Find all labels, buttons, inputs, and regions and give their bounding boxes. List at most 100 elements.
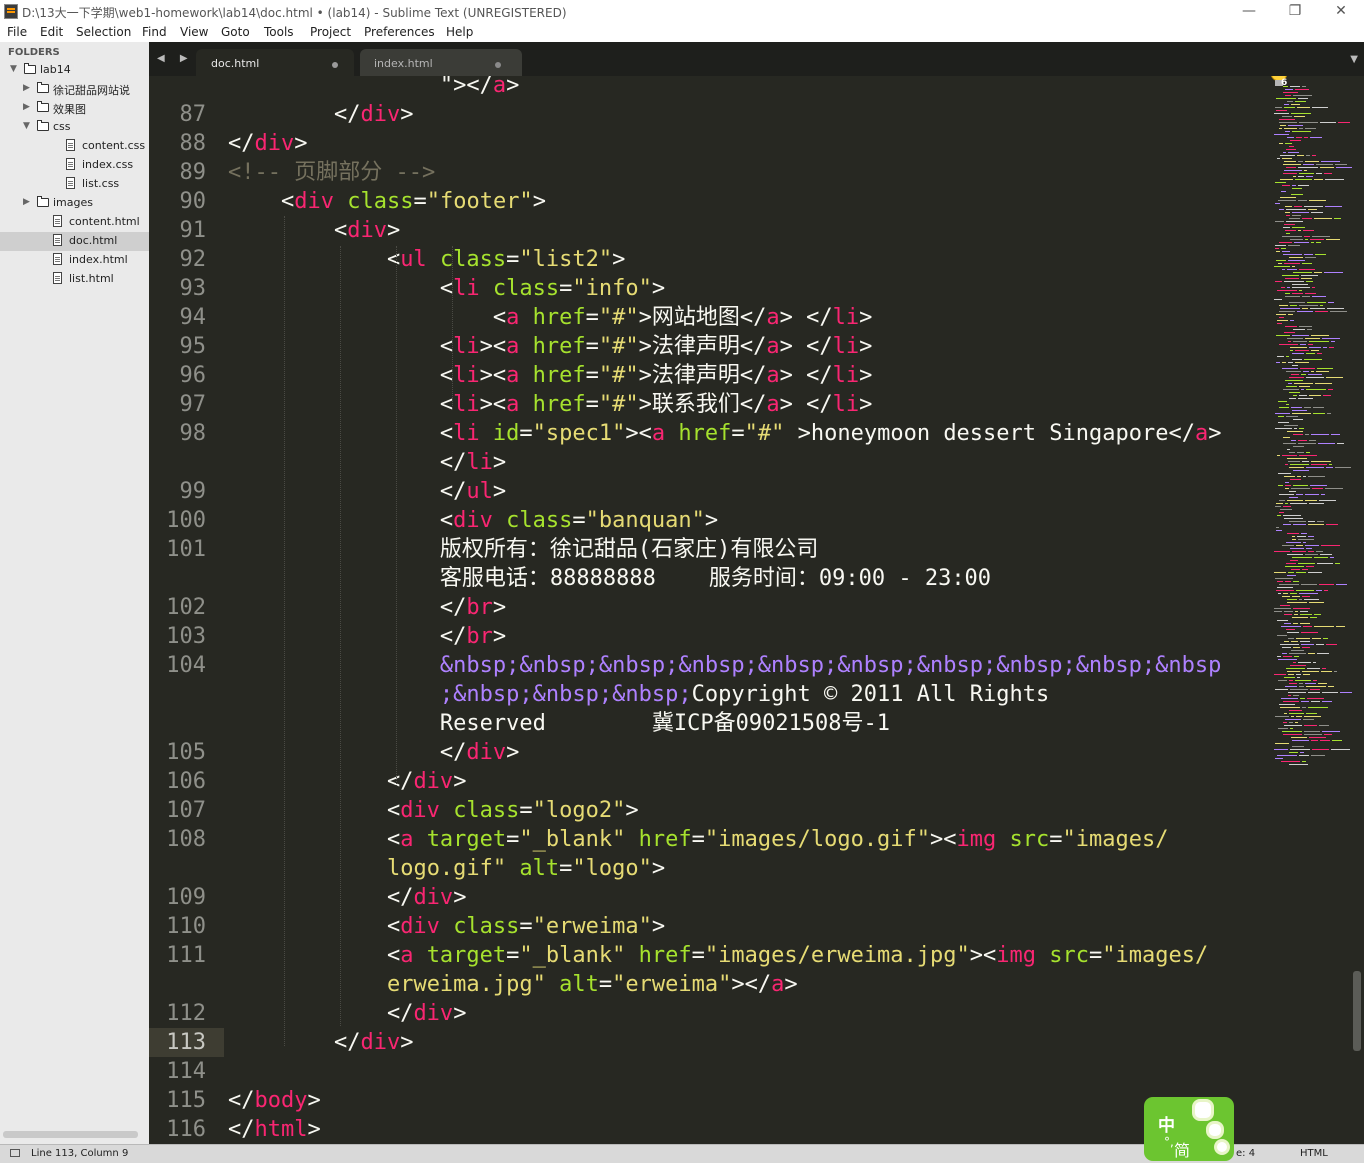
minimap-line [1284, 161, 1296, 162]
sidebar-item-content-html[interactable]: content.html [0, 213, 149, 232]
sidebar-item-content-css[interactable]: content.css [0, 137, 149, 156]
restore-button[interactable]: ❐ [1284, 2, 1306, 20]
code-line[interactable]: </li> [228, 448, 506, 477]
code-line[interactable]: <ul class="list2"> [228, 245, 625, 274]
syntax-selector[interactable]: HTML [1300, 1148, 1328, 1159]
minimap-line [1286, 209, 1306, 210]
code-line[interactable]: </ul> [228, 477, 506, 506]
code-line[interactable]: </div> [228, 883, 467, 912]
code-line[interactable]: </div> [228, 100, 414, 129]
minimap-line [1290, 728, 1293, 729]
code-line[interactable]: erweima.jpg" alt="erweima"></a> [228, 970, 798, 999]
tab-index-html[interactable]: index.html [360, 49, 522, 76]
code-line[interactable]: <a target="_blank" href="images/erweima.… [228, 941, 1208, 970]
sidebar-item-css[interactable]: ▼ css [0, 118, 149, 137]
code-line[interactable]: <div class="logo2"> [228, 796, 639, 825]
code-editor[interactable]: "></a> 87 </div> 88 </div> 89 <!-- 页脚部分 --> 90… [149, 76, 1364, 1144]
sidebar-item-[interactable]: ▶ 效果图 [0, 99, 149, 118]
code-line[interactable]: <div class="banquan"> [228, 506, 718, 535]
code-line[interactable]: <li class="info"> [228, 274, 665, 303]
code-line[interactable]: </div> [228, 767, 467, 796]
code-line[interactable]: </div> [228, 129, 308, 158]
code-line[interactable]: <!-- 页脚部分 --> [228, 158, 435, 187]
sidebar-item-doc-html[interactable]: doc.html [0, 232, 149, 251]
unsaved-dot-icon[interactable] [332, 62, 338, 68]
minimap-line [1277, 656, 1281, 657]
menu-tools[interactable]: Tools [264, 25, 294, 39]
sidebar-item-lab14[interactable]: ▼ lab14 [0, 61, 149, 80]
code-line[interactable]: </body> [228, 1086, 321, 1115]
sidebar-item-list-css[interactable]: list.css [0, 175, 149, 194]
minimap-line [1286, 542, 1301, 543]
tab-list-dropdown-icon[interactable]: ▼ [1350, 54, 1358, 65]
code-line[interactable]: <div class="footer"> [228, 187, 546, 216]
line-number: 105 [166, 740, 206, 765]
code-line[interactable]: <a target="_blank" href="images/logo.gif… [228, 825, 1169, 854]
menu-find[interactable]: Find [142, 25, 167, 39]
chevron-right-icon[interactable]: ▶ [23, 197, 30, 207]
menu-goto[interactable]: Goto [221, 25, 250, 39]
code-line[interactable]: logo.gif" alt="logo"> [228, 854, 665, 883]
tab-nav-arrows[interactable]: ◀ ▶ [157, 53, 194, 64]
code-line[interactable]: <li><a href="#">法律声明</a> </li> [228, 361, 872, 390]
vertical-scrollbar[interactable] [1353, 971, 1361, 1051]
minimize-button[interactable]: — [1238, 2, 1260, 20]
code-line[interactable]: </html> [228, 1115, 321, 1144]
code-line[interactable]: 版权所有：徐记甜品(石家庄)有限公司 [228, 535, 819, 564]
minimap-line [1299, 386, 1310, 387]
menu-project[interactable]: Project [310, 25, 351, 39]
code-line[interactable]: 客服电话：88888888 服务时间：09:00 - 23:00 [228, 564, 991, 593]
minimap-line [1305, 683, 1316, 684]
minimap-line [1293, 446, 1304, 447]
code-line[interactable]: </div> [228, 738, 520, 767]
code-line[interactable]: <div> [228, 216, 400, 245]
sidebar-item-[interactable]: ▶ 徐记甜品网站说 [0, 80, 149, 99]
close-button[interactable]: ✕ [1330, 2, 1352, 20]
code-line[interactable]: <li><a href="#">联系我们</a> </li> [228, 390, 872, 419]
sidebar-item-list-html[interactable]: list.html [0, 270, 149, 289]
minimap-line [1296, 674, 1301, 675]
code-line[interactable]: "></a> [228, 76, 520, 100]
chevron-right-icon[interactable]: ▶ [23, 102, 30, 112]
ime-simplified-mode[interactable]: 简 [1174, 1137, 1190, 1161]
chevron-right-icon[interactable]: ▶ [23, 83, 30, 93]
code-line[interactable]: </br> [228, 593, 506, 622]
code-line[interactable]: Reserved 冀ICP备09021508号-1 [228, 709, 890, 738]
sidebar-item-images[interactable]: ▶ images [0, 194, 149, 213]
menu-preferences[interactable]: Preferences [364, 25, 435, 39]
panel-toggle-icon[interactable] [10, 1149, 20, 1157]
sidebar-item-index-css[interactable]: index.css [0, 156, 149, 175]
menu-file[interactable]: File [7, 25, 27, 39]
code-line[interactable]: </div> [228, 999, 467, 1028]
sidebar-horizontal-scrollbar[interactable] [3, 1131, 138, 1138]
minimap-line [1279, 242, 1292, 243]
tab-size[interactable]: e: 4 [1236, 1148, 1255, 1159]
tab-doc-html[interactable]: doc.html [196, 49, 354, 76]
code-line[interactable]: </br> [228, 622, 506, 651]
code-line[interactable]: <a href="#">网站地图</a> </li> [228, 303, 872, 332]
ime-punctuation[interactable]: °, [1164, 1135, 1174, 1149]
code-line[interactable]: &nbsp;&nbsp;&nbsp;&nbsp;&nbsp;&nbsp;&nbs… [228, 651, 1221, 680]
chevron-down-icon[interactable]: ▼ [10, 64, 17, 74]
sidebar-item-index-html[interactable]: index.html [0, 251, 149, 270]
ime-chinese-mode[interactable]: 中 [1158, 1111, 1175, 1136]
menu-edit[interactable]: Edit [40, 25, 63, 39]
code-line[interactable]: <li><a href="#">法律声明</a> </li> [228, 332, 872, 361]
code-line[interactable]: <li id="spec1"><a href="#" >honeymoon de… [228, 419, 1222, 448]
minimap-line [1301, 533, 1307, 534]
menu-help[interactable]: Help [446, 25, 473, 39]
minimap-line [1310, 308, 1325, 309]
unsaved-dot-icon[interactable] [495, 62, 501, 68]
ime-toolbar[interactable]: 中 °, 简 [1144, 1097, 1234, 1161]
indent-guide [284, 216, 285, 1046]
code-line[interactable]: <div class="erweima"> [228, 912, 665, 941]
code-line[interactable]: ;&nbsp;&nbsp;&nbsp;Copyright © 2011 All … [228, 680, 1049, 709]
menu-view[interactable]: View [180, 25, 208, 39]
minimap-line [1296, 494, 1303, 495]
chevron-down-icon[interactable]: ▼ [23, 121, 30, 131]
code-line[interactable]: </div> [228, 1028, 414, 1057]
minimap[interactable] [1274, 86, 1354, 776]
menu-selection[interactable]: Selection [76, 25, 131, 39]
